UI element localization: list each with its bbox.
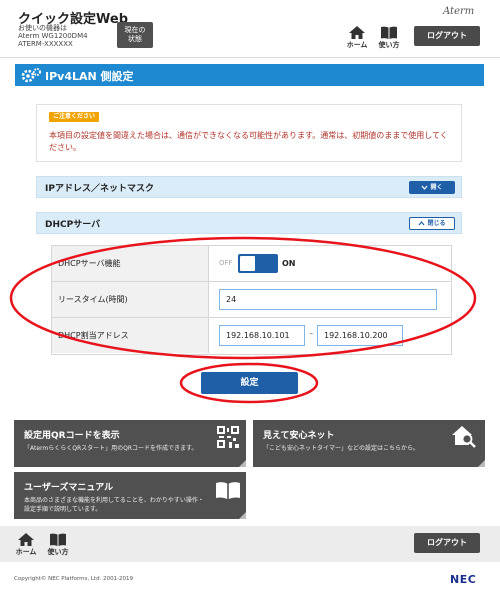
- footer-home-link[interactable]: ホーム: [14, 533, 38, 557]
- qr-code-icon: [217, 426, 239, 448]
- table-row: DHCPサーバ機能 OFF ON: [52, 246, 451, 282]
- lease-time-input[interactable]: [219, 289, 437, 310]
- section-ip-mask[interactable]: IPアドレス／ネットマスク 開く: [36, 176, 462, 198]
- toggle-on-label: ON: [282, 259, 296, 268]
- header: クイック設定Web お使いの機器は Aterm WG1200DM4 ATERM-…: [0, 0, 500, 58]
- table-row: DHCP割当アドレス -: [52, 318, 451, 354]
- chevron-up-icon: [418, 221, 425, 226]
- range-separator: -: [310, 329, 313, 338]
- section-ip-mask-title: IPアドレス／ネットマスク: [45, 184, 154, 194]
- lease-time-label: リースタイム(時間): [58, 295, 128, 304]
- dhcp-settings-table: DHCPサーバ機能 OFF ON リースタイム(時間) DHCP割当アドレス -: [51, 245, 452, 355]
- header-manual-link[interactable]: 使い方: [377, 26, 401, 50]
- section-dhcp[interactable]: DHCPサーバ 閉じる: [36, 212, 462, 234]
- nec-logo: NEC: [450, 573, 477, 586]
- home-icon: [18, 533, 34, 546]
- house-search-icon: [452, 426, 476, 448]
- page-banner: IPv4LAN 側設定: [15, 64, 484, 86]
- expand-button[interactable]: 開く: [409, 181, 455, 194]
- header-home-link[interactable]: ホーム: [345, 26, 369, 50]
- device-serial: ATERM-XXXXXX: [18, 40, 73, 48]
- current-status-button[interactable]: 現在の 状態: [117, 22, 153, 48]
- user-manual-tile-title: ユーザーズマニュアル: [24, 483, 114, 493]
- header-manual-label: 使い方: [378, 41, 400, 49]
- collapse-button[interactable]: 閉じる: [409, 217, 455, 230]
- safety-net-tile-title: 見えて安心ネット: [263, 431, 335, 441]
- caution-badge: ご注意ください: [49, 112, 100, 122]
- expand-button-label: 開く: [430, 184, 443, 191]
- brand-logo: Aterm: [443, 6, 475, 17]
- toggle-off-label: OFF: [219, 259, 233, 267]
- gear-icon: [21, 68, 41, 83]
- user-manual-tile-desc: 本商品のさまざまな機能を利用してることを、わかりやすい操作・設定手順で説明してい…: [24, 497, 204, 513]
- user-manual-tile[interactable]: ユーザーズマニュアル 本商品のさまざまな機能を利用してることを、わかりやすい操作…: [14, 472, 246, 519]
- open-book-icon: [216, 482, 240, 499]
- chevron-down-icon: [421, 185, 428, 190]
- dhcp-range-label: DHCP割当アドレス: [58, 331, 129, 340]
- qr-code-tile[interactable]: 設定用QRコードを表示 「AtermらくらくQRスタート」用のQRコードを作成で…: [14, 420, 246, 467]
- dhcp-range-end-input[interactable]: [317, 325, 403, 346]
- section-dhcp-title: DHCPサーバ: [45, 220, 101, 230]
- dhcp-function-label: DHCPサーバ機能: [58, 259, 121, 268]
- home-icon: [349, 26, 365, 39]
- copyright-text: Copyright© NEC Platforms, Ltd. 2001-2019: [14, 576, 134, 582]
- dhcp-function-toggle[interactable]: [238, 254, 278, 273]
- caution-panel: ご注意ください 本項目の設定値を間違えた場合は、通信ができなくなる可能性がありま…: [36, 104, 462, 162]
- logout-button-bottom[interactable]: ログアウト: [414, 533, 480, 553]
- page-title: IPv4LAN 側設定: [45, 70, 134, 83]
- collapse-button-label: 閉じる: [427, 220, 446, 227]
- qr-code-tile-title: 設定用QRコードを表示: [24, 431, 120, 441]
- footer-bar: ホーム 使い方 ログアウト: [0, 526, 500, 562]
- submit-button[interactable]: 設定: [201, 372, 298, 394]
- logout-button-top[interactable]: ログアウト: [414, 26, 480, 46]
- dhcp-range-start-input[interactable]: [219, 325, 305, 346]
- footer-manual-link[interactable]: 使い方: [46, 533, 70, 557]
- footer-manual-label: 使い方: [47, 548, 69, 556]
- device-model: Aterm WG1200DM4: [18, 32, 88, 40]
- footer-home-label: ホーム: [15, 548, 37, 556]
- book-icon: [381, 26, 397, 39]
- caution-text: 本項目の設定値を間違えた場合は、通信ができなくなる可能性があります。通常は、初期…: [49, 131, 448, 152]
- qr-code-tile-desc: 「AtermらくらくQRスタート」用のQRコードを作成できます。: [24, 445, 198, 452]
- header-home-label: ホーム: [346, 41, 368, 49]
- book-icon: [50, 533, 66, 546]
- toggle-knob[interactable]: [240, 256, 255, 271]
- safety-net-tile[interactable]: 見えて安心ネット 「こども安心ネットタイマー」などの設定はこちらから。: [253, 420, 485, 467]
- safety-net-tile-desc: 「こども安心ネットタイマー」などの設定はこちらから。: [263, 445, 420, 452]
- table-row: リースタイム(時間): [52, 282, 451, 318]
- device-label: お使いの機器は: [18, 24, 67, 32]
